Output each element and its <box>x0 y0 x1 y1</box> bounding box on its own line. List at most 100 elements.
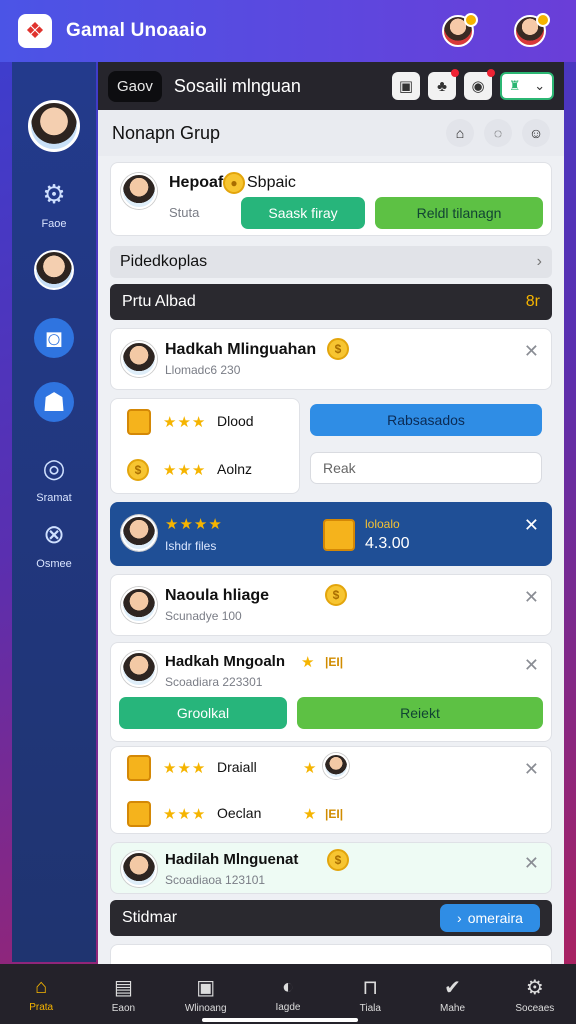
highlight-value: 4.3.00 <box>365 535 410 552</box>
nav-item-settings[interactable]: ⚙ Soceaes <box>494 975 576 1014</box>
inbox-icon: ▤ <box>113 976 133 999</box>
request-status: Stuta <box>169 205 200 220</box>
coin-icon: ● <box>223 172 245 194</box>
list-item[interactable]: Hadkah Mlinguahan $ Llomadc6 230 ✕ <box>110 328 552 390</box>
check-icon: ✔ <box>444 976 461 999</box>
item-name: Hadilah Mlnguenat <box>165 851 299 868</box>
stars-icon: ★★★ <box>163 806 207 823</box>
accept-button[interactable]: Saask firay <box>241 197 365 229</box>
gear-icon: ⚙ <box>42 178 66 209</box>
avatar[interactable] <box>121 851 157 887</box>
rail-label: Osmee <box>36 558 72 570</box>
gift-icon[interactable]: ▣ <box>392 72 420 100</box>
emoji-icon[interactable]: ☺ <box>522 119 550 147</box>
reward-label: Oeclan <box>217 805 262 821</box>
gift-logo-icon: ❖ <box>18 14 52 48</box>
avatar[interactable] <box>121 587 157 623</box>
chevron-down-icon: ⌄ <box>534 78 546 93</box>
lock-icon[interactable]: ⌂ <box>446 119 474 147</box>
rail-item-search[interactable]: ◎ Sramat <box>12 448 96 505</box>
avatar[interactable] <box>121 651 157 687</box>
list-item[interactable] <box>110 944 552 964</box>
list-item[interactable]: Naoula hliage $ Scunadye 100 ✕ <box>110 574 552 636</box>
item-sub: Scunadye 100 <box>165 609 242 623</box>
home-icon: ⌂ <box>35 975 48 998</box>
rail-profile[interactable] <box>12 100 96 152</box>
header-chip[interactable]: Gaov <box>108 70 162 102</box>
close-icon[interactable]: ✕ <box>524 759 539 780</box>
profile-avatar-top[interactable] <box>514 13 550 47</box>
avatar[interactable] <box>121 515 157 551</box>
highlight-title: loloalo <box>365 517 400 531</box>
stars-icon: ★★★ <box>163 462 207 479</box>
reward-card: ★★★ Dlood $ ★★★ Aolnz <box>110 398 300 494</box>
top-app-bar: ❖ Gamal Unoaaio <box>0 0 576 62</box>
item-sub: Scoadiara 223301 <box>165 675 263 689</box>
close-icon[interactable]: ✕ <box>524 655 539 676</box>
coin-icon: $ <box>127 459 149 481</box>
nav-label: Eaon <box>111 1002 136 1014</box>
avatar[interactable] <box>121 173 157 209</box>
main-header: Gaov Sosaili mlnguan ▣ ♣ ◉ ♜ ⌄ <box>98 62 564 110</box>
status-select[interactable]: ♜ ⌄ <box>500 72 554 100</box>
avatar[interactable] <box>323 753 349 779</box>
left-rail: ⚙ Faoe ◙ ☗ ◎ Sramat ⊗ Osmee <box>12 62 96 962</box>
nav-item-inbox[interactable]: ▤ Eaon <box>82 975 164 1014</box>
item-tag: |EI| <box>325 807 344 821</box>
star-icon: ★ <box>303 806 318 823</box>
highlight-label: Ishdr files <box>165 539 217 553</box>
nav-item-check[interactable]: ✔ Mahe <box>411 975 493 1014</box>
highlight-card[interactable]: ★★★★ Ishdr files loloalo 4.3.00 ✕ <box>110 502 552 566</box>
nav-label: Prata <box>29 1001 54 1013</box>
chat-bubble-icon[interactable]: ◌ <box>484 119 512 147</box>
manage-button[interactable]: Reldl tilanagn <box>375 197 543 229</box>
rail-item-settings[interactable]: ⚙ Faoe <box>12 174 96 231</box>
user-avatar[interactable] <box>28 100 80 152</box>
item-sub: Llomadc6 230 <box>165 363 241 377</box>
nav-item-lock[interactable]: ⊓ Tiala <box>329 975 411 1014</box>
close-icon[interactable]: ✕ <box>524 853 539 874</box>
nav-label: Mahe <box>440 1002 466 1014</box>
group-title: Nonapn Grup <box>112 122 221 143</box>
list-item[interactable]: Hadkah Mngoaln ★ |EI| Scoadiara 223301 ✕… <box>110 642 552 742</box>
coin-icon: $ <box>327 338 349 360</box>
section-button[interactable]: › omeraira <box>440 904 540 932</box>
stars-icon: ★★★ <box>163 760 207 777</box>
reward-button[interactable]: Rabsasados <box>310 404 542 436</box>
coin-icon: $ <box>325 584 347 606</box>
section-header: Stidmar › omeraira <box>110 900 552 936</box>
list-item[interactable]: Hadilah Mlnguenat $ Scoadiaoa 123101 ✕ <box>110 842 552 894</box>
rail-item-bot[interactable]: ◙ <box>12 318 96 358</box>
star-icon: ★ <box>303 760 318 777</box>
rail-item-ghost[interactable]: ☗ <box>12 382 96 422</box>
action-button-left[interactable]: Groolkal <box>119 697 287 729</box>
friend-avatar[interactable] <box>34 250 74 290</box>
search-icon: ◎ <box>42 452 66 483</box>
close-icon[interactable]: ✕ <box>524 341 539 362</box>
item-sub: Scoadiaoa 123101 <box>165 873 266 887</box>
status-icon: ♜ <box>508 78 521 93</box>
chat-icon[interactable]: ◉ <box>464 69 495 100</box>
rail-item-games[interactable]: ⊗ Osmee <box>12 514 96 571</box>
reward-label: Aolnz <box>217 461 253 477</box>
reward-label: Dlood <box>217 413 254 429</box>
main-panel: Gaov Sosaili mlnguan ▣ ♣ ◉ ♜ ⌄ Nonapn Gru… <box>98 62 564 964</box>
friend-avatar-top[interactable] <box>442 13 478 47</box>
close-icon[interactable]: ✕ <box>524 587 539 608</box>
link-row[interactable]: Pidedkoplas › <box>110 246 552 278</box>
close-icon[interactable]: ✕ <box>524 515 539 536</box>
ghost-icon: ☗ <box>34 382 74 422</box>
nav-item-home[interactable]: ⌂ Prata <box>0 976 82 1013</box>
nav-item-tasks[interactable]: ▣ Wlinoang <box>165 975 247 1014</box>
coin-icon: $ <box>327 849 349 871</box>
users-icon[interactable]: ♣ <box>428 69 459 100</box>
chest-icon <box>127 801 151 827</box>
avatar[interactable] <box>121 341 157 377</box>
rail-item-friend[interactable] <box>12 250 96 290</box>
link-row-label: Pidedkoplas <box>120 253 208 270</box>
tasks-icon: ▣ <box>196 976 216 999</box>
home-indicator <box>202 1018 358 1022</box>
action-button-right[interactable]: Reiekt <box>297 697 543 729</box>
nav-item-gift[interactable]: ◐ Iagde <box>247 976 329 1013</box>
reward-input[interactable]: Reak <box>310 452 542 484</box>
